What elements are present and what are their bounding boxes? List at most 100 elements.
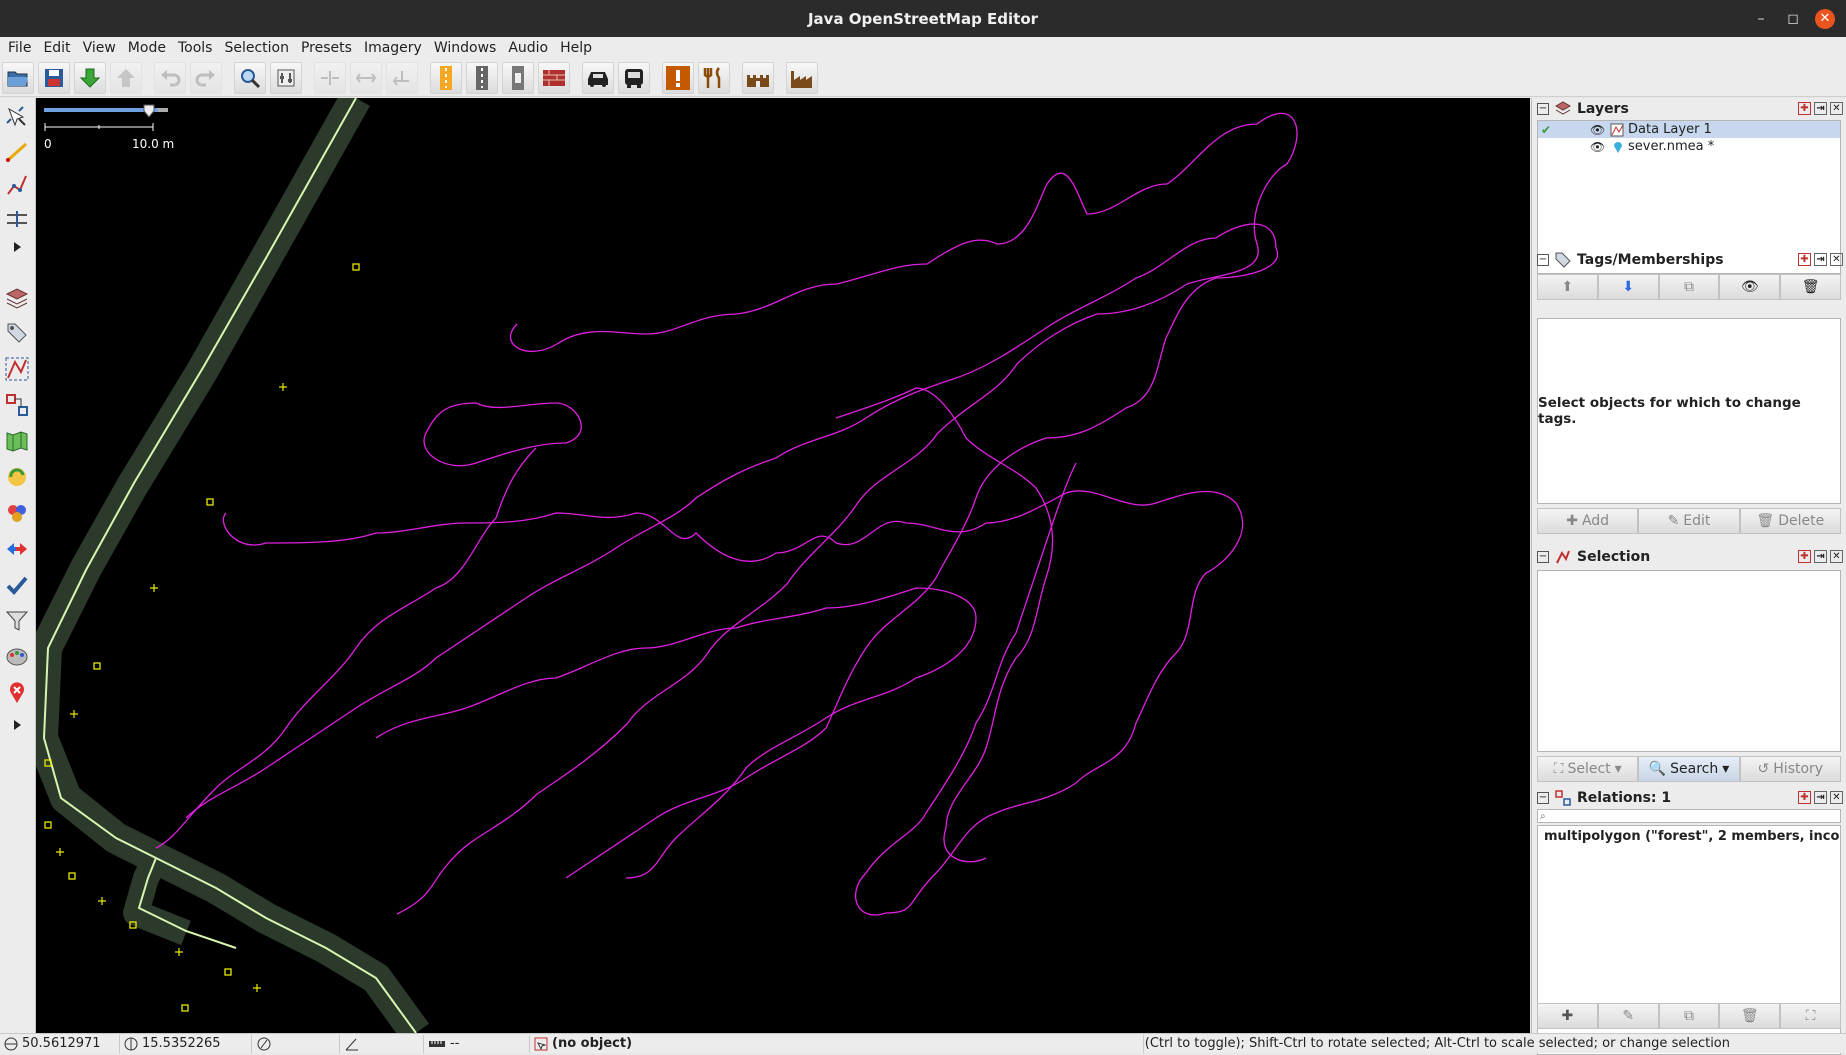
way-node[interactable] — [224, 968, 232, 976]
gps-track-segment[interactable] — [835, 387, 1054, 863]
way-node[interactable] — [181, 1004, 189, 1012]
notes-toggle[interactable] — [2, 678, 32, 708]
move-layer-down-button[interactable]: ⬇ — [1597, 274, 1659, 300]
combine-way-button[interactable] — [350, 61, 382, 94]
panel-detach-icon[interactable]: ⇥ — [1814, 102, 1827, 115]
maximize-button[interactable]: ◻ — [1778, 0, 1808, 37]
map-canvas[interactable] — [36, 98, 1530, 1033]
select-tool[interactable] — [2, 102, 32, 132]
split-way-button[interactable] — [314, 61, 346, 94]
collapse-icon[interactable]: − — [1537, 792, 1549, 804]
panel-detach-icon[interactable]: ⇥ — [1814, 253, 1827, 266]
layer-row-gps[interactable]: 👁 sever.nmea * — [1538, 138, 1840, 155]
changeset-toggle[interactable] — [2, 462, 32, 492]
history-button[interactable]: ↺ History — [1739, 756, 1841, 782]
menu-mode[interactable]: Mode — [122, 38, 172, 58]
menu-help[interactable]: Help — [554, 38, 598, 58]
way-node[interactable] — [44, 821, 52, 829]
panel-close-icon[interactable]: ✕ — [1830, 253, 1843, 266]
expand-tools-toggle[interactable] — [2, 232, 32, 262]
conflict-toggle[interactable] — [2, 534, 32, 564]
layers-toggle[interactable] — [2, 283, 32, 313]
footway-preset-button[interactable] — [502, 61, 534, 94]
redo-button[interactable] — [190, 61, 222, 94]
visibility-eye-icon[interactable]: 👁 — [1590, 123, 1605, 137]
relations-toggle[interactable] — [2, 390, 32, 420]
panel-close-icon[interactable]: ✕ — [1830, 550, 1843, 563]
restaurant-preset-button[interactable] — [698, 61, 730, 94]
panel-help-icon[interactable]: ✚ — [1798, 550, 1811, 563]
street-preset-button[interactable] — [466, 61, 498, 94]
open-file-button[interactable] — [2, 61, 34, 94]
car-preset-button[interactable] — [582, 61, 614, 94]
save-button[interactable] — [38, 61, 70, 94]
collapse-icon[interactable]: − — [1537, 551, 1549, 563]
barrier-preset-button[interactable] — [538, 61, 570, 94]
minimize-button[interactable]: – — [1746, 0, 1776, 37]
way-midpoint[interactable] — [279, 383, 287, 391]
parallel-tool[interactable] — [2, 204, 32, 234]
download-button[interactable] — [74, 61, 106, 94]
menu-tools[interactable]: Tools — [172, 38, 219, 58]
panel-help-icon[interactable]: ✚ — [1798, 791, 1811, 804]
menu-windows[interactable]: Windows — [428, 38, 503, 58]
castle-preset-button[interactable] — [742, 61, 774, 94]
reverse-way-button[interactable] — [386, 61, 418, 94]
way-node[interactable] — [68, 872, 76, 880]
way-midpoint[interactable] — [70, 710, 78, 718]
map-paint-toggle[interactable] — [2, 642, 32, 672]
selection-list[interactable] — [1537, 570, 1841, 752]
tags-panel-header[interactable]: − Tags/Memberships ✚ ⇥ ✕ — [1532, 249, 1846, 271]
collapse-icon[interactable]: − — [1537, 103, 1549, 115]
selection-panel-header[interactable]: − Selection ✚ ⇥ ✕ — [1532, 546, 1846, 568]
menu-file[interactable]: File — [2, 38, 37, 58]
toggle-visibility-button[interactable]: 👁 — [1719, 274, 1781, 300]
visibility-eye-icon[interactable]: 👁 — [1590, 140, 1605, 154]
authors-toggle[interactable] — [2, 498, 32, 528]
panel-help-icon[interactable]: ✚ — [1798, 102, 1811, 115]
layer-row-data[interactable]: ✔ 👁 Data Layer 1 — [1538, 121, 1840, 138]
zoom-slider-handle[interactable] — [143, 104, 155, 118]
gps-track-segment[interactable] — [375, 587, 977, 879]
panel-detach-icon[interactable]: ⇥ — [1814, 791, 1827, 804]
way-node[interactable] — [93, 662, 101, 670]
expand-panels-toggle[interactable] — [2, 710, 32, 740]
menu-imagery[interactable]: Imagery — [358, 38, 428, 58]
gps-track-segment[interactable] — [155, 402, 582, 849]
move-layer-up-button[interactable]: ⬆ — [1537, 274, 1598, 300]
select-relation-button[interactable]: ⛶ — [1780, 1003, 1841, 1029]
relations-filter[interactable]: ⌕ — [1537, 809, 1841, 823]
collapse-icon[interactable]: − — [1537, 254, 1549, 266]
tags-toggle[interactable] — [2, 318, 32, 348]
select-button[interactable]: ⛶ Select ▾ — [1537, 756, 1639, 782]
panel-detach-icon[interactable]: ⇥ — [1814, 550, 1827, 563]
way-midpoint[interactable] — [98, 897, 106, 905]
delete-tag-button[interactable]: 🗑 Delete — [1739, 508, 1841, 534]
gps-track-segment[interactable] — [185, 223, 1279, 879]
panel-help-icon[interactable]: ✚ — [1798, 253, 1811, 266]
way-midpoint[interactable] — [253, 984, 261, 992]
gps-track-segment[interactable] — [222, 462, 1244, 916]
validator-toggle[interactable] — [2, 570, 32, 600]
menu-presets[interactable]: Presets — [295, 38, 358, 58]
bus-preset-button[interactable] — [618, 61, 650, 94]
map-view[interactable]: 0 10.0 m — [36, 98, 1530, 1033]
improve-way-tool[interactable] — [2, 170, 32, 200]
edit-relation-button[interactable]: ✎ — [1597, 1003, 1659, 1029]
new-relation-button[interactable]: ✚ — [1537, 1003, 1598, 1029]
road-preset-button[interactable] — [430, 61, 462, 94]
minimap-toggle[interactable] — [2, 426, 32, 456]
menu-audio[interactable]: Audio — [502, 38, 554, 58]
selection-toggle[interactable] — [2, 354, 32, 384]
relations-panel-header[interactable]: − Relations: 1 ✚ ⇥ ✕ — [1532, 787, 1846, 809]
menu-selection[interactable]: Selection — [218, 38, 295, 58]
merge-layer-button[interactable]: ⧉ — [1658, 274, 1720, 300]
way-node[interactable] — [352, 263, 360, 271]
undo-button[interactable] — [154, 61, 186, 94]
menu-view[interactable]: View — [77, 38, 122, 58]
menu-edit[interactable]: Edit — [37, 38, 76, 58]
filter-toggle[interactable] — [2, 606, 32, 636]
panel-close-icon[interactable]: ✕ — [1830, 791, 1843, 804]
factory-preset-button[interactable] — [786, 61, 818, 94]
upload-button[interactable] — [110, 61, 142, 94]
